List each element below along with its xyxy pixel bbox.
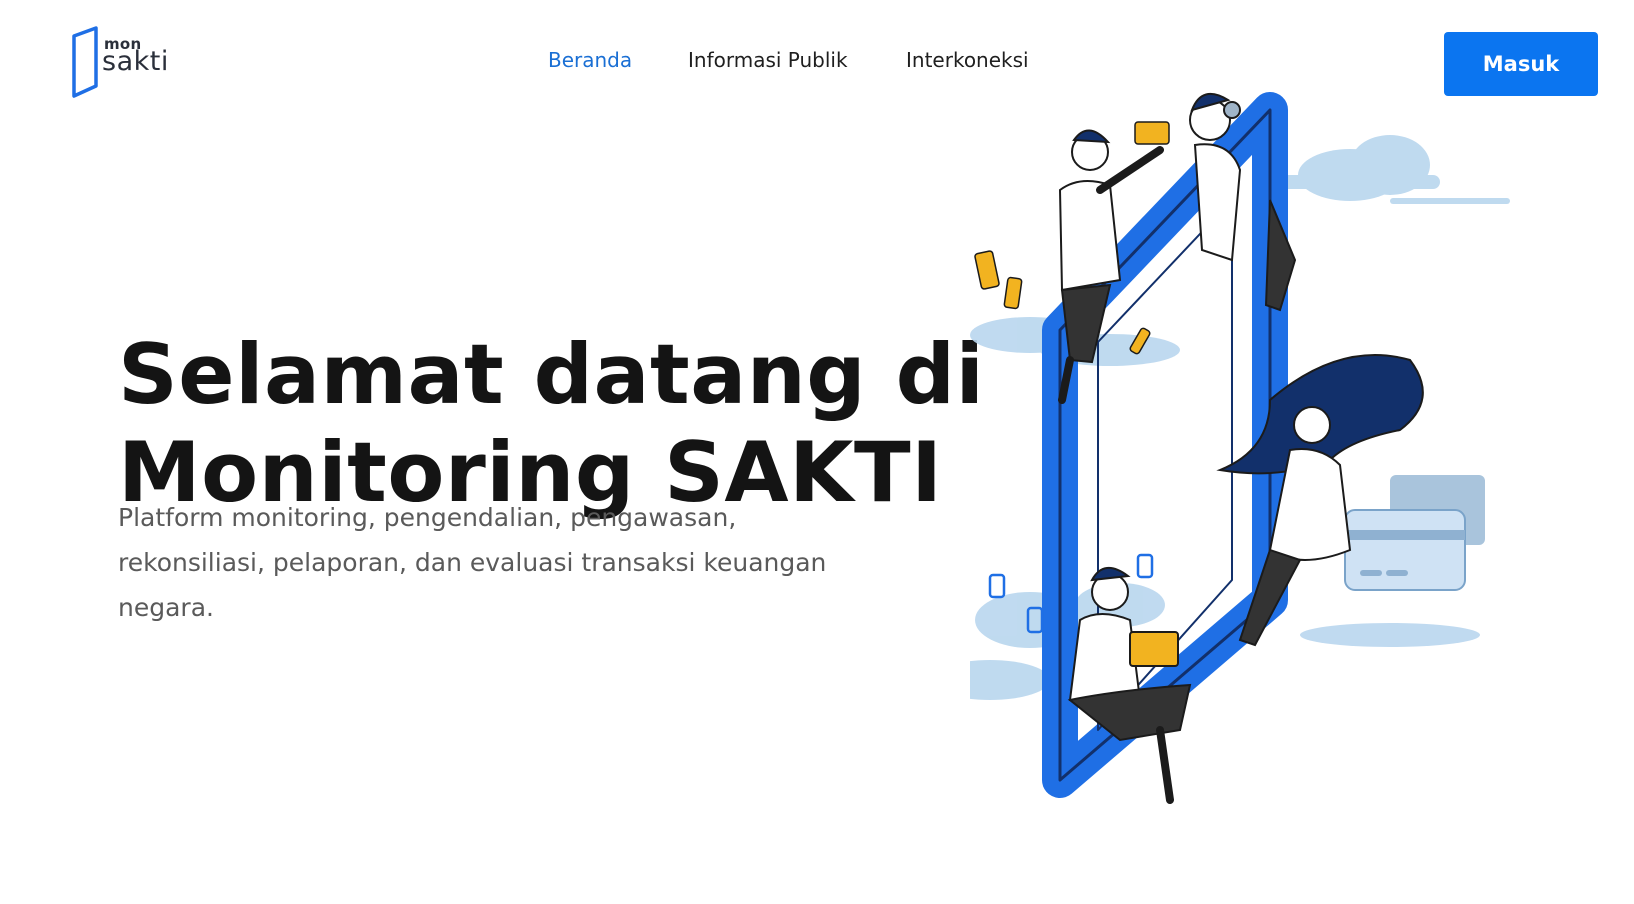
hero-title: Selamat datang di Monitoring SAKTI (118, 325, 985, 522)
monsakti-logo[interactable]: mon sakti (70, 26, 180, 98)
nav-beranda[interactable]: Beranda (548, 48, 632, 72)
hero-illustration (930, 80, 1570, 860)
nav-informasi-publik[interactable]: Informasi Publik (688, 48, 848, 72)
logo-text-sakti: sakti (102, 46, 169, 77)
hero-subtitle-line-3: negara. (118, 593, 214, 622)
hero-illustration-art (930, 92, 1510, 804)
logo-mark-icon (72, 26, 98, 98)
card-shape (1344, 475, 1485, 591)
hero-title-line-1: Selamat datang di (118, 325, 985, 423)
nav-interkoneksi[interactable]: Interkoneksi (906, 48, 1029, 72)
hero-subtitle-line-1: Platform monitoring, pengendalian, penga… (118, 503, 737, 532)
hero-subtitle-line-2: rekonsiliasi, pelaporan, dan evaluasi tr… (118, 548, 827, 577)
hero-subtitle: Platform monitoring, pengendalian, penga… (118, 495, 918, 630)
